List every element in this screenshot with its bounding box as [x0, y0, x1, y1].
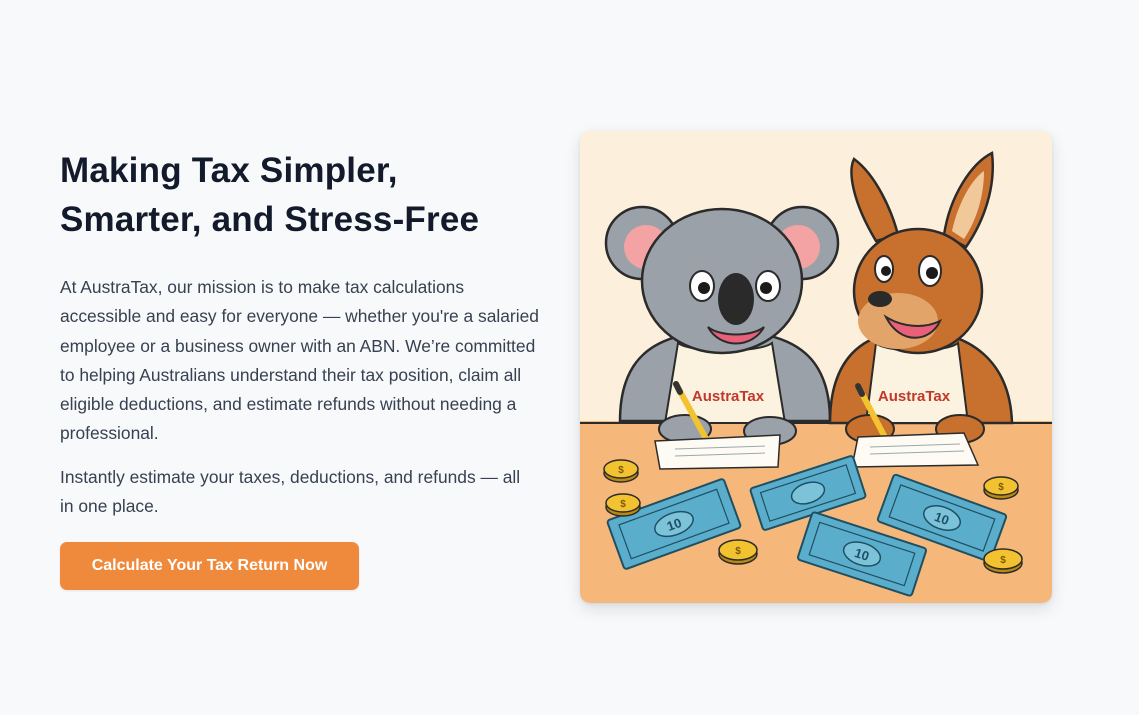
coin: $ [983, 548, 1023, 574]
koala-nose [718, 273, 754, 325]
koala-singlet [663, 341, 787, 424]
mission-paragraph: At AustraTax, our mission is to make tax… [60, 277, 539, 444]
koala-shirt-brand: AustraTax [692, 388, 765, 405]
hero-heading-line2: Smarter, and Stress-Free [60, 200, 480, 239]
kangaroo-left-pupil [881, 266, 891, 276]
hero-illustration: AustraTax AustraTax 10 10 10 $ $ $ $ $ [580, 131, 1052, 603]
koala-left-pupil [698, 282, 710, 294]
hero-heading-line1: Making Tax Simpler, [60, 151, 398, 190]
kangaroo-pencil-eraser [855, 383, 865, 397]
koala-right-pupil [760, 282, 772, 294]
coin: $ [983, 476, 1019, 500]
kangaroo-tax-form [851, 432, 980, 468]
tagline-paragraph: Instantly estimate your taxes, deduction… [60, 466, 521, 517]
koala-kangaroo-illustration: AustraTax AustraTax 10 10 10 $ $ $ $ $ [580, 131, 1052, 603]
about-hero: Making Tax Simpler, Smarter, and Stress-… [0, 0, 1139, 715]
koala-pencil-eraser [673, 381, 683, 395]
coin-symbol: $ [1000, 555, 1006, 566]
koala-tax-form [654, 434, 781, 470]
coin: $ [605, 493, 641, 517]
kangaroo-singlet [864, 340, 970, 424]
calculate-tax-return-button[interactable]: Calculate Your Tax Return Now [60, 542, 359, 590]
coin-symbol: $ [618, 465, 624, 476]
coin: $ [718, 539, 758, 565]
kangaroo-nose [868, 291, 892, 307]
kangaroo-shirt-brand: AustraTax [878, 388, 951, 405]
coin-symbol: $ [735, 546, 741, 557]
coin-symbol: $ [998, 482, 1004, 493]
hero-heading: Making Tax Simpler, Smarter, and Stress-… [60, 146, 540, 244]
coin: $ [603, 459, 639, 483]
coin-symbol: $ [620, 499, 626, 510]
hero-text: Making Tax Simpler, Smarter, and Stress-… [60, 146, 540, 521]
kangaroo-right-pupil [926, 267, 938, 279]
